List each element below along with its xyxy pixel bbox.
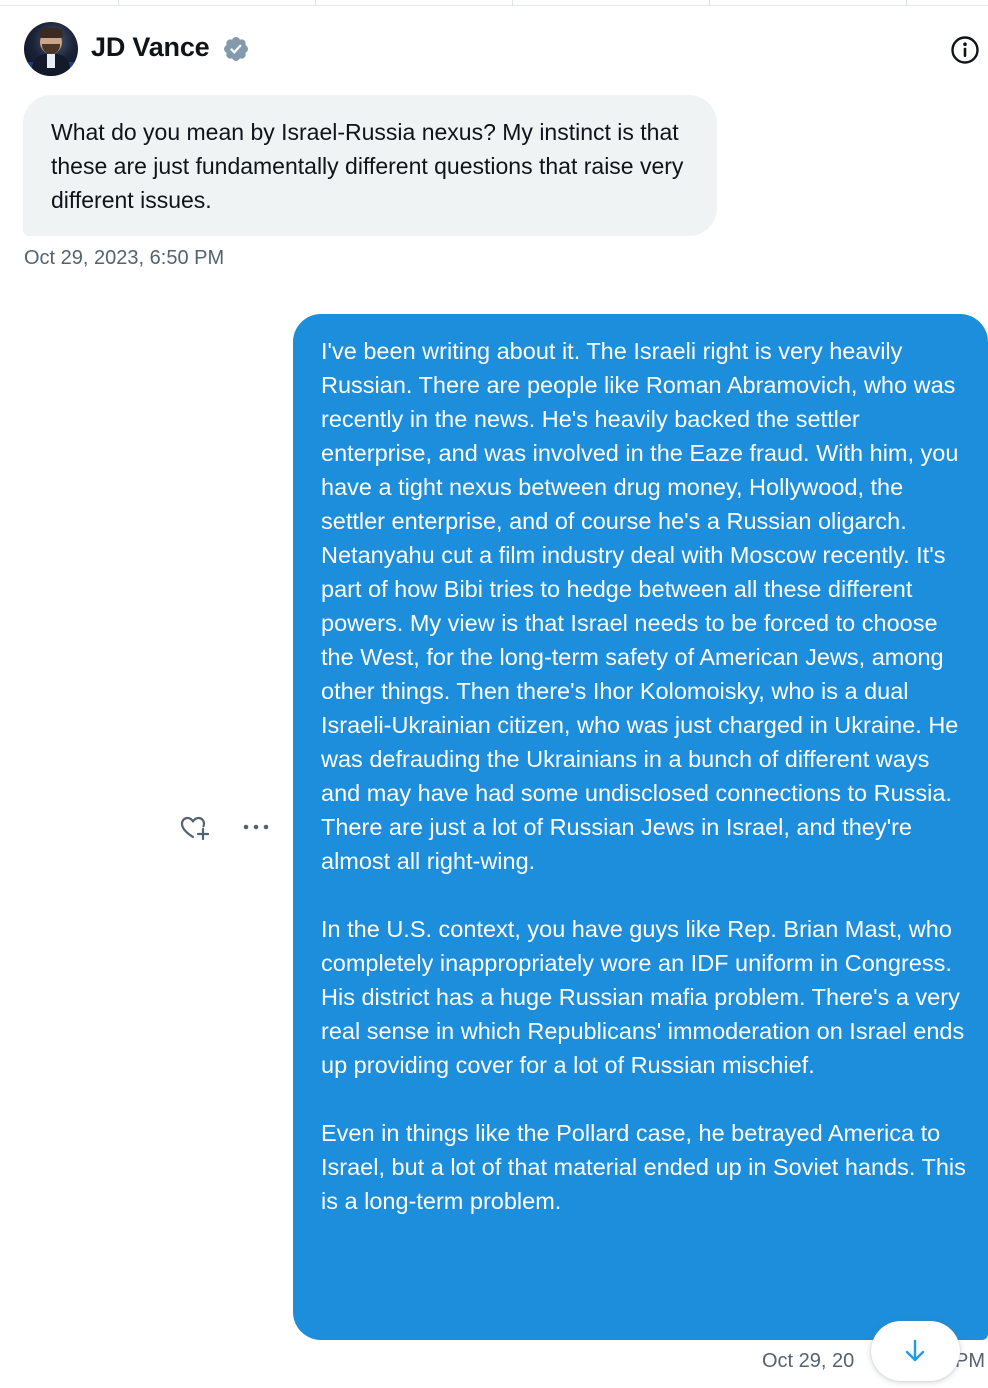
incoming-message-text: What do you mean by Israel-Russia nexus?… [51, 119, 684, 213]
conversation-header: JD Vance [0, 18, 988, 82]
avatar-hair [39, 28, 63, 38]
outgoing-message-paragraph: In the U.S. context, you have guys like … [321, 916, 965, 1078]
incoming-message-timestamp: Oct 29, 2023, 6:50 PM [24, 247, 225, 269]
scroll-to-bottom-button[interactable] [871, 1321, 960, 1381]
incoming-message-bubble[interactable]: What do you mean by Israel-Russia nexus?… [23, 95, 717, 236]
verified-badge-icon [224, 37, 248, 61]
divider-tick [315, 0, 316, 6]
outgoing-message-timestamp: Oct 29, 20 [762, 1350, 855, 1372]
divider-tick [906, 0, 907, 6]
divider-tick [709, 0, 710, 6]
outgoing-message-paragraph: I've been writing about it. The Israeli … [321, 338, 959, 874]
outgoing-message-bubble[interactable]: I've been writing about it. The Israeli … [293, 314, 988, 1340]
divider-tick [118, 0, 119, 6]
arrow-down-icon [905, 1339, 925, 1362]
outgoing-message-paragraph: Even in things like the Pollard case, he… [321, 1120, 966, 1214]
info-icon[interactable] [949, 34, 981, 66]
heart-plus-icon[interactable] [176, 812, 212, 842]
contact-name[interactable]: JD Vance [91, 32, 210, 63]
divider-tick [512, 0, 513, 6]
more-horizontal-icon[interactable] [240, 812, 272, 842]
dm-conversation: JD Vance What do you mean by Israel-Russ… [0, 0, 988, 1388]
avatar-shirt [47, 54, 55, 68]
top-divider [0, 0, 988, 6]
avatar[interactable] [24, 22, 78, 76]
